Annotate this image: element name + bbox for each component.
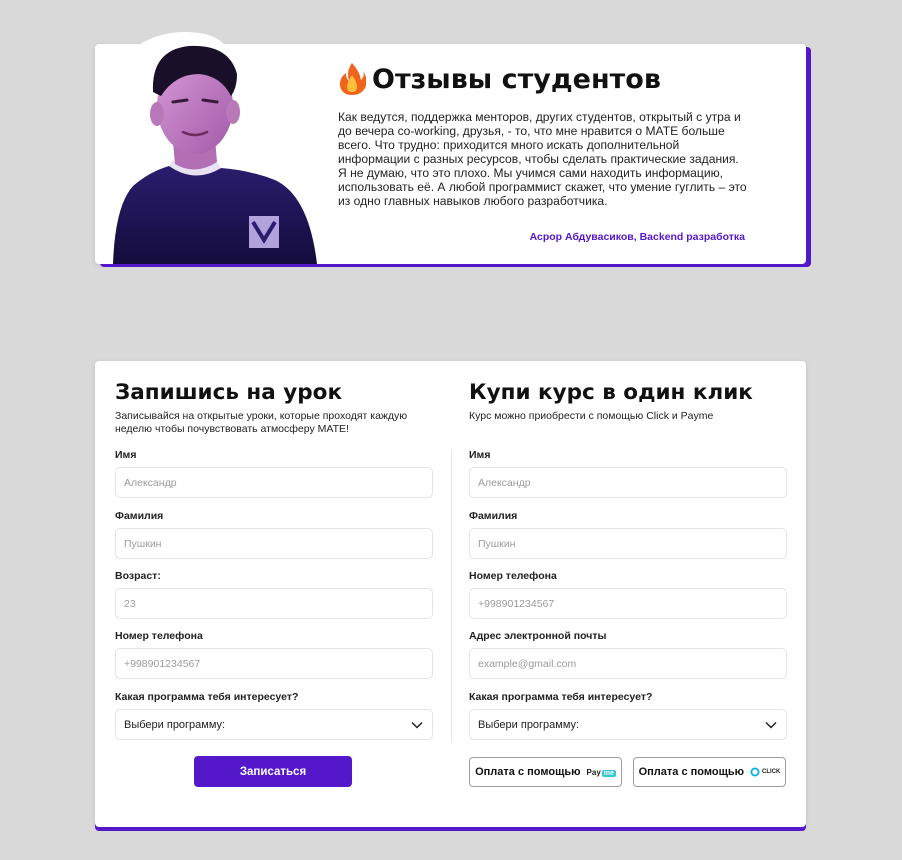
program-select[interactable]: Выбери программу: bbox=[115, 709, 433, 740]
pay-with-payme-button[interactable]: Оплата с помощью Pay me bbox=[469, 757, 622, 787]
buy-phone-input[interactable]: +998901234567 bbox=[469, 588, 787, 619]
buy-first-name-label: Имя bbox=[469, 449, 491, 461]
click-logo-text: CLICK bbox=[762, 769, 781, 775]
program-label: Какая программа тебя интересует? bbox=[115, 691, 299, 703]
buy-email-field: Адрес электронной почты example@gmail.co… bbox=[469, 630, 787, 679]
buy-program-label: Какая программа тебя интересует? bbox=[469, 691, 653, 703]
buy-form-title: Купи курс в один клик bbox=[469, 380, 753, 405]
column-divider bbox=[451, 449, 452, 743]
signup-submit-button[interactable]: Записаться bbox=[194, 756, 352, 787]
first-name-label: Имя bbox=[115, 449, 137, 461]
last-name-label: Фамилия bbox=[115, 510, 164, 522]
lesson-form-title: Запишись на урок bbox=[115, 380, 343, 405]
buy-last-name-label: Фамилия bbox=[469, 510, 518, 522]
click-logo-icon bbox=[750, 767, 760, 777]
buy-first-name-field: Имя Александр bbox=[469, 449, 787, 498]
buy-program-select-value: Выбери программу: bbox=[478, 718, 580, 731]
buy-last-name-field: Фамилия Пушкин bbox=[469, 510, 787, 559]
chevron-down-icon bbox=[765, 721, 777, 729]
testimonial-text: Как ведутся, поддержка менторов, других … bbox=[338, 110, 747, 208]
pay-with-click-button[interactable]: Оплата с помощью CLICK bbox=[633, 757, 786, 787]
last-name-input[interactable]: Пушкин bbox=[115, 528, 433, 559]
chevron-down-icon bbox=[411, 721, 423, 729]
payme-logo-me: me bbox=[601, 769, 616, 777]
buy-last-name-input[interactable]: Пушкин bbox=[469, 528, 787, 559]
buy-first-name-input[interactable]: Александр bbox=[469, 467, 787, 498]
age-input[interactable]: 23 bbox=[115, 588, 433, 619]
buy-form-subtitle: Курс можно приобрести с помощью Click и … bbox=[469, 410, 714, 422]
last-name-field: Фамилия Пушкин bbox=[115, 510, 433, 559]
phone-field: Номер телефона +998901234567 bbox=[115, 630, 433, 679]
phone-label: Номер телефона bbox=[115, 630, 203, 642]
first-name-field: Имя Александр bbox=[115, 449, 433, 498]
program-select-value: Выбери программу: bbox=[124, 718, 226, 731]
fire-icon bbox=[339, 63, 366, 95]
buy-program-select[interactable]: Выбери программу: bbox=[469, 709, 787, 740]
payme-logo-pay: Pay bbox=[586, 767, 601, 777]
click-button-label: Оплата с помощью bbox=[638, 766, 745, 778]
buy-phone-label: Номер телефона bbox=[469, 570, 557, 582]
buy-program-field: Какая программа тебя интересует? Выбери … bbox=[469, 691, 787, 740]
buy-course-form: Купи курс в один клик Курс можно приобре… bbox=[469, 379, 787, 740]
phone-input[interactable]: +998901234567 bbox=[115, 648, 433, 679]
buy-email-input[interactable]: example@gmail.com bbox=[469, 648, 787, 679]
forms-card: Запишись на урок Записывайся на открытые… bbox=[95, 361, 806, 827]
lesson-form-subtitle: Записывайся на открытые уроки, которые п… bbox=[115, 410, 408, 435]
click-logo: CLICK bbox=[750, 767, 780, 777]
buy-email-label: Адрес электронной почты bbox=[469, 630, 607, 642]
payme-logo: Pay me bbox=[587, 768, 616, 777]
first-name-input[interactable]: Александр bbox=[115, 467, 433, 498]
age-field: Возраст: 23 bbox=[115, 570, 433, 619]
buy-phone-field: Номер телефона +998901234567 bbox=[469, 570, 787, 619]
testimonial-card: Отзывы студентов Как ведутся, поддержка … bbox=[95, 32, 806, 264]
payme-button-label: Оплата с помощью bbox=[475, 766, 581, 778]
lesson-signup-form: Запишись на урок Записывайся на открытые… bbox=[115, 379, 433, 740]
testimonial-author: Асрор Абдувасиков, Backend разработка bbox=[529, 231, 745, 243]
age-label: Возраст: bbox=[115, 570, 161, 582]
program-field: Какая программа тебя интересует? Выбери … bbox=[115, 691, 433, 740]
testimonials-title-text: Отзывы студентов bbox=[372, 63, 661, 95]
student-photo bbox=[103, 30, 321, 264]
testimonials-title: Отзывы студентов bbox=[338, 62, 661, 96]
